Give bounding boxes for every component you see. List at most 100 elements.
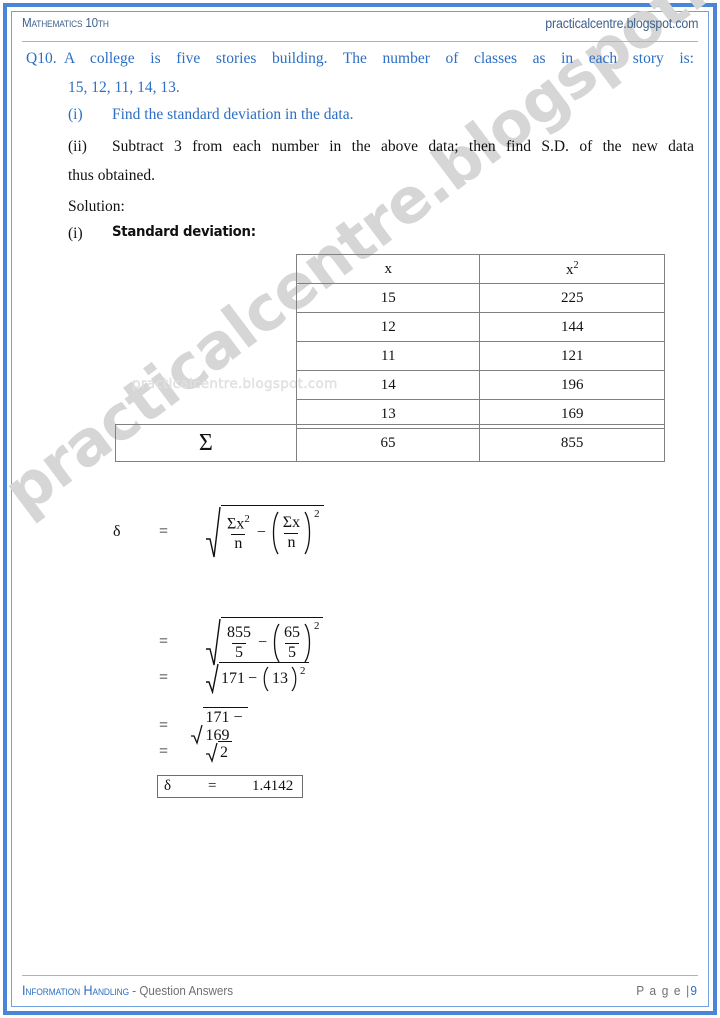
left-paren-icon — [260, 666, 269, 692]
cell-x: 11 — [295, 341, 481, 371]
page-footer: Information Handling - Question Answers … — [22, 975, 698, 1001]
exponent: 2 — [244, 512, 250, 525]
minus-sign: − — [256, 524, 266, 541]
sigma-symbol: Σ — [282, 514, 293, 532]
math-step-4: = 171 − 169 — [159, 707, 248, 745]
left-paren-icon — [269, 511, 279, 555]
radicand: 2 — [218, 741, 232, 763]
radical-expression: 2 — [205, 741, 232, 763]
part-ii-label: (ii) — [68, 138, 87, 155]
cell-x-squared: 225 — [479, 283, 665, 313]
denominator: n — [284, 532, 299, 552]
cell-x-squared: 121 — [479, 341, 665, 371]
minus-sign: − — [248, 670, 258, 687]
cell-x: 12 — [295, 312, 481, 342]
sigma-symbol: Σ — [115, 424, 297, 462]
table-row: 11 121 — [295, 341, 665, 371]
equals-sign: = — [159, 669, 169, 686]
outer-exponent: 2 — [314, 508, 320, 520]
sum-of-x: 65 — [295, 424, 481, 462]
table-row: 15 225 — [295, 283, 665, 313]
denominator: 5 — [232, 642, 246, 662]
part-ii-text: Subtract 3 from each number in the above… — [112, 138, 694, 155]
summation-row: Σ 65 855 — [115, 424, 665, 462]
value-13: 13 — [272, 670, 289, 687]
table-row: 12 144 — [295, 312, 665, 342]
left-paren-icon — [270, 623, 280, 663]
sum-of-x-squared: 855 — [479, 424, 665, 462]
right-paren-icon — [291, 666, 300, 692]
value-171: 171 — [221, 670, 245, 687]
part-i-text: Find the standard deviation in the data. — [112, 106, 354, 123]
numerator: 855 — [227, 624, 251, 642]
right-paren-icon — [304, 511, 314, 555]
header-x2-exponent: 2 — [573, 259, 579, 271]
document-page: practicalcentre.blogspot.com Mathematics… — [0, 0, 720, 1018]
variable-x: x — [292, 514, 301, 532]
radicand: 171 − 13 2 — [219, 662, 310, 694]
cell-x: 14 — [295, 370, 481, 400]
page-number: 9 — [690, 983, 698, 998]
fraction-855-over-5: 855 5 — [224, 624, 254, 662]
fraction-sigma-x-over-n: Σx n — [280, 514, 303, 552]
equals-sign: = — [159, 633, 169, 650]
table-header-x: x — [295, 254, 481, 284]
question-data-values: 15, 12, 11, 14, 13. — [68, 79, 180, 96]
footer-page-indicator: P a g e |9 — [636, 984, 698, 998]
question-text: A college is five stories building. The … — [64, 50, 694, 67]
radical-expression: 171 − 169 — [190, 707, 248, 745]
question-number: Q10. — [26, 50, 57, 67]
equals-sign: = — [159, 717, 169, 734]
solution-step-label: (i) — [68, 225, 83, 242]
radical-sign-icon — [205, 505, 221, 559]
cell-x: 15 — [295, 283, 481, 313]
answer-value: 1.4142 — [252, 778, 294, 794]
denominator: 5 — [285, 642, 300, 662]
equals-sign: = — [159, 523, 169, 540]
cell-x-squared: 196 — [479, 370, 665, 400]
delta-symbol: δ — [164, 778, 172, 794]
radical-sign-icon — [205, 617, 221, 667]
footer-subtitle: - Question Answers — [129, 984, 234, 998]
right-paren-icon — [304, 623, 314, 663]
table-row-total: Σ 65 855 — [115, 424, 665, 462]
radicand: 171 − 169 — [203, 707, 248, 745]
radical-sign-icon — [205, 741, 218, 763]
minus-sign: − — [258, 634, 268, 651]
delta-symbol: δ — [113, 523, 121, 540]
radical-expression: 855 5 − 65 5 2 — [205, 617, 324, 667]
radical-sign-icon — [190, 707, 204, 745]
solution-step-title: Standard deviation: — [112, 224, 256, 240]
radicand: 855 5 − 65 5 2 — [221, 617, 324, 667]
part-i-label: (i) — [68, 106, 83, 123]
sigma-symbol: Σ — [227, 515, 237, 533]
final-answer-box: δ = 1.4142 — [157, 775, 303, 798]
math-step-1: δ = Σx2 n − Σx n 2 — [113, 505, 324, 559]
radicand: Σx2 n − Σx n 2 — [221, 505, 324, 559]
numerator: Σx — [280, 514, 303, 532]
fraction-65-over-5: 65 5 — [281, 624, 303, 662]
cell-x-squared: 144 — [479, 312, 665, 342]
radical-expression: Σx2 n − Σx n 2 — [205, 505, 324, 559]
fraction-sigma-x2-over-n: Σx2 n — [224, 513, 253, 553]
table-header-row: x x2 — [295, 254, 665, 284]
numerator: 65 — [284, 624, 301, 642]
document-content: Q10. A college is five stories building.… — [0, 0, 720, 1018]
equals-sign: = — [159, 743, 169, 760]
outer-exponent: 2 — [314, 620, 320, 632]
math-step-3: = 171 − 13 2 — [159, 662, 310, 694]
footer-chapter-title: Information Handling — [22, 983, 130, 998]
table-header-x-squared: x2 — [479, 254, 665, 284]
radical-expression: 171 − 13 2 — [205, 662, 310, 694]
frequency-table: x x2 15 225 12 144 11 121 14 196 13 169 — [295, 254, 665, 429]
footer-left: Information Handling - Question Answers — [22, 983, 233, 998]
numerator: Σx2 — [224, 513, 253, 534]
table-row: 14 196 — [295, 370, 665, 400]
outer-exponent: 2 — [300, 665, 306, 677]
radical-sign-icon — [205, 662, 219, 694]
part-ii-text-continued: thus obtained. — [68, 167, 155, 184]
equals-sign: = — [208, 778, 217, 794]
page-label: P a g e | — [636, 983, 691, 998]
math-step-5: = 2 — [159, 741, 232, 763]
math-step-2: = 855 5 − 65 5 2 — [159, 617, 324, 667]
